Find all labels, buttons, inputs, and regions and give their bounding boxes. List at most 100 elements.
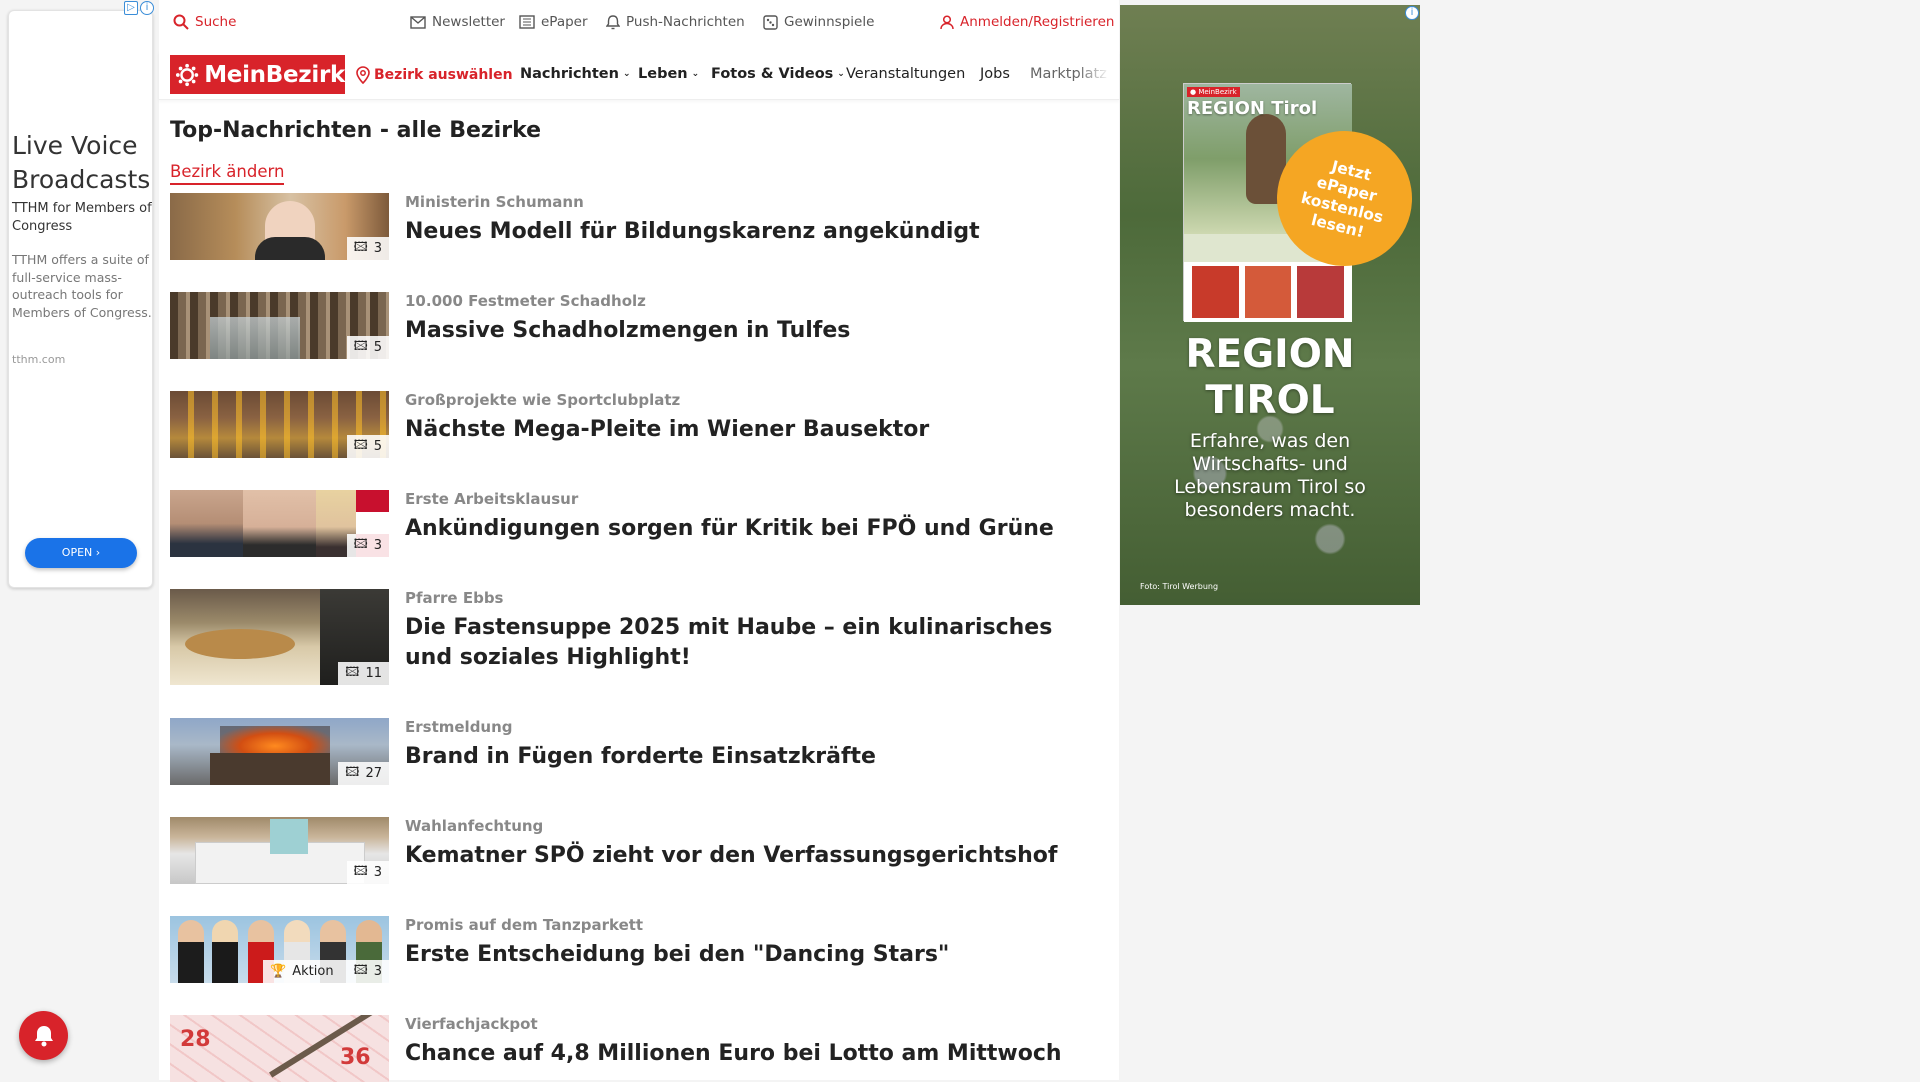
article-headline[interactable]: Neues Modell für Bildungskarenz angekünd… <box>405 217 1105 247</box>
photo-icon: 🖾 <box>345 664 360 680</box>
article-kicker: Ministerin Schumann <box>405 193 584 211</box>
nav-item-marktplatz[interactable]: Marktplatz <box>1030 66 1110 82</box>
article-headline[interactable]: Brand in Fügen forderte Einsatzkräfte <box>405 742 1105 772</box>
promotion-label: Aktion <box>292 964 334 979</box>
photo-count-badge: 🏆 Aktion 🖾 3 <box>263 960 389 983</box>
article-kicker: Großprojekte wie Sportclubplatz <box>405 391 681 409</box>
ad-open-button[interactable]: OPEN › <box>25 538 137 568</box>
photo-count: 27 <box>365 766 382 781</box>
article-thumbnail[interactable]: 28 36 <box>170 1015 389 1082</box>
promo-text: Jetzt ePaper kostenlos lesen! <box>1299 156 1386 241</box>
nav-item-jobs[interactable]: Jobs <box>980 66 1010 82</box>
main-navigation: MeinBezirk Bezirk auswählen Nachrichten … <box>159 50 1119 100</box>
logo-text: MeinBezirk <box>204 61 345 88</box>
bell-outline-icon <box>606 14 620 29</box>
article-thumbnail[interactable]: 🖾 3 <box>170 193 389 260</box>
nav-item-label: Fotos & Videos <box>711 66 834 82</box>
article-headline[interactable]: Nächste Mega-Pleite im Wiener Bausektor <box>405 415 1105 445</box>
article-headline[interactable]: Ankündigungen sorgen für Kritik bei FPÖ … <box>405 514 1105 544</box>
photo-count-badge: 🖾 3 <box>346 861 389 884</box>
ad-choices[interactable]: ▷ i <box>124 1 154 15</box>
article-kicker: Pfarre Ebbs <box>405 589 504 607</box>
nav-item-nachrichten[interactable]: Nachrichten ⌄ <box>520 66 631 82</box>
photo-count-badge: 🖾 11 <box>338 662 389 685</box>
search-link[interactable]: Suche <box>173 14 236 30</box>
logo-sun-icon <box>175 63 199 86</box>
chevron-down-icon: ⌄ <box>691 69 700 79</box>
article-thumbnail[interactable]: 🖾 5 <box>170 292 389 359</box>
user-icon <box>940 14 954 29</box>
photo-count-badge: 🖾 3 <box>346 534 389 557</box>
push-label: Push-Nachrichten <box>626 14 745 30</box>
push-link[interactable]: Push-Nachrichten <box>606 14 745 30</box>
nav-item-label: Nachrichten <box>520 66 619 82</box>
top-bar: Suche Newsletter ePaper Push-Nachrichten… <box>159 0 1119 46</box>
nav-item-leben[interactable]: Leben ⌄ <box>638 66 699 82</box>
photo-count-badge: 🖾 5 <box>346 435 389 458</box>
ad-choices-icon[interactable]: ▷ <box>124 1 138 15</box>
bell-icon <box>34 1025 53 1046</box>
photo-count-badge: 🖾 3 <box>346 237 389 260</box>
ad-headline[interactable]: Live Voice Broadcasts <box>12 129 154 197</box>
games-link[interactable]: Gewinnspiele <box>763 14 874 30</box>
photo-icon: 🖾 <box>353 338 368 354</box>
newsletter-link[interactable]: Newsletter <box>410 14 505 30</box>
article-thumbnail[interactable]: 🖾 3 <box>170 490 389 557</box>
article-thumbnail[interactable]: 🖾 27 <box>170 718 389 785</box>
search-label: Suche <box>195 14 237 30</box>
nav-item-label: Veranstaltungen <box>846 66 966 82</box>
district-select[interactable]: Bezirk auswählen <box>356 66 513 84</box>
nav-item-label: Jobs <box>980 66 1010 82</box>
photo-icon: 🖾 <box>353 962 368 978</box>
ad-domain[interactable]: tthm.com <box>12 353 65 366</box>
article-kicker: Wahlanfechtung <box>405 817 544 835</box>
nav-item-label: Leben <box>638 66 688 82</box>
mag-title: REGION Tirol <box>1187 98 1318 119</box>
location-pin-icon <box>356 66 370 84</box>
article-headline[interactable]: Massive Schadholzmengen in Tulfes <box>405 316 1105 346</box>
article-thumbnail[interactable]: 🖾 3 <box>170 817 389 884</box>
login-link[interactable]: Anmelden/Registrieren <box>940 14 1114 30</box>
photo-count: 3 <box>373 538 382 553</box>
newsletter-label: Newsletter <box>432 14 505 30</box>
photo-icon: 🖾 <box>353 863 368 879</box>
logo[interactable]: MeinBezirk <box>170 55 345 94</box>
article-kicker: Erstmeldung <box>405 718 513 736</box>
ad-body: TTHM offers a suite of full-service mass… <box>12 252 152 320</box>
article-headline[interactable]: Chance auf 4,8 Millionen Euro bei Lotto … <box>405 1039 1105 1069</box>
article-thumbnail[interactable]: 🖾 5 <box>170 391 389 458</box>
ad-big-title-line-2: TIROL <box>1205 378 1335 423</box>
nav-item-fotos-videos[interactable]: Fotos & Videos ⌄ <box>711 66 845 82</box>
left-advertisement[interactable]: ▷ i Live Voice Broadcasts TTHM for Membe… <box>8 1 154 588</box>
article-headline[interactable]: Die Fastensuppe 2025 mit Haube – ein kul… <box>405 613 1105 673</box>
change-district-link[interactable]: Bezirk ändern <box>170 162 285 185</box>
ad-info-icon[interactable]: i <box>140 1 154 15</box>
photo-count-badge: 🖾 27 <box>338 762 389 785</box>
ad-open-label: OPEN <box>61 546 93 559</box>
epaper-link[interactable]: ePaper <box>519 14 588 30</box>
photo-count: 3 <box>373 241 382 256</box>
photo-icon: 🖾 <box>345 764 360 780</box>
article-headline[interactable]: Kematner SPÖ zieht vor den Verfassungsge… <box>405 841 1105 871</box>
article-thumbnail[interactable]: 🏆 Aktion 🖾 3 <box>170 916 389 983</box>
photo-count: 5 <box>373 439 382 454</box>
photo-count: 11 <box>365 666 382 681</box>
article-kicker: Promis auf dem Tanzparkett <box>405 916 644 934</box>
nav-item-veranstaltungen[interactable]: Veranstaltungen <box>846 66 965 82</box>
trophy-icon: 🏆 <box>270 964 287 979</box>
ad-info-icon[interactable]: i <box>1405 6 1419 20</box>
article-kicker: Erste Arbeitsklausur <box>405 490 579 508</box>
epaper-label: ePaper <box>541 14 588 30</box>
right-advertisement[interactable]: i ● MeinBezirk REGION Tirol Jetzt ePaper… <box>1120 5 1420 605</box>
dice-icon <box>763 14 778 30</box>
newspaper-icon <box>519 15 535 29</box>
ad-advertiser[interactable]: TTHM for Members of Congress <box>12 200 152 236</box>
login-label: Anmelden/Registrieren <box>960 14 1115 30</box>
article-thumbnail[interactable]: 🖾 11 <box>170 589 389 685</box>
notification-bell-button[interactable] <box>19 1011 68 1060</box>
district-select-label: Bezirk auswählen <box>374 67 513 83</box>
article-headline[interactable]: Erste Entscheidung bei den "Dancing Star… <box>405 940 1105 970</box>
nav-item-label: Marktplatz <box>1030 66 1107 82</box>
article-kicker: 10.000 Festmeter Schadholz <box>405 292 646 310</box>
search-icon <box>173 14 189 30</box>
